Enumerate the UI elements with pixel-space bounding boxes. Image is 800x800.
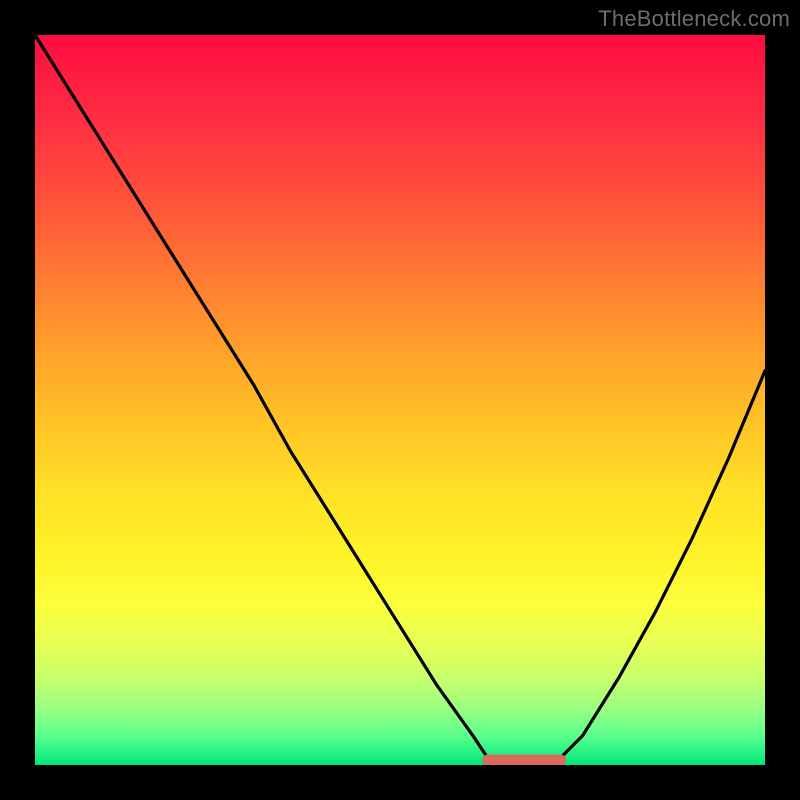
watermark-text: TheBottleneck.com [598,6,790,32]
bottleneck-curve [35,35,765,765]
curve-path [35,35,765,765]
plot-area [35,35,765,765]
chart-frame: TheBottleneck.com [0,0,800,800]
